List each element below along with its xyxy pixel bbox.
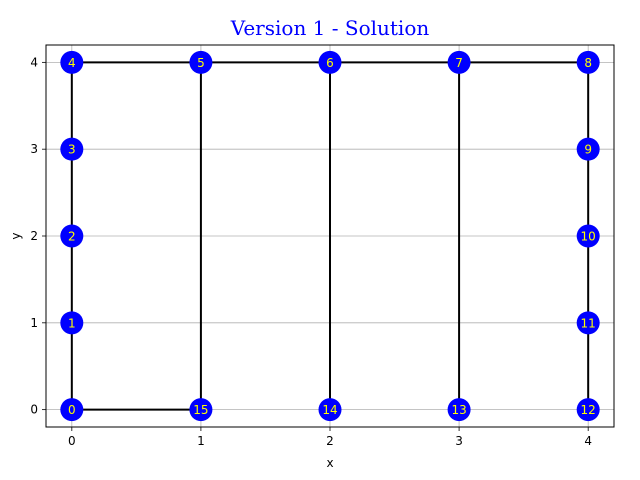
graph-node: 0 [60, 398, 84, 422]
node-label: 9 [584, 143, 592, 157]
x-axis-label: x [326, 456, 333, 470]
node-label: 3 [68, 143, 76, 157]
node-label: 8 [584, 56, 592, 70]
graph-node: 3 [60, 137, 84, 161]
node-label: 1 [68, 316, 76, 330]
x-tick-label: 1 [197, 434, 205, 448]
node-label: 14 [322, 403, 337, 417]
y-tick-label: 4 [30, 55, 38, 69]
chart: 01234 5 6 7 89101112131415 0 1 2 3 401234 Versio… [9, 16, 615, 470]
graph-node: 5 [189, 50, 213, 74]
node-label: 7 [455, 56, 463, 70]
node-label: 0 [68, 403, 76, 417]
node-label: 6 [326, 56, 334, 70]
tick-layer: 0 1 2 3 4 0 1 2 3 4 [30, 55, 592, 448]
graph-node: 9 [576, 137, 600, 161]
y-axis-label: y [9, 232, 23, 239]
node-label: 4 [68, 56, 76, 70]
graph-node: 4 [60, 50, 84, 74]
chart-title: Version 1 - Solution [230, 16, 430, 40]
graph-node: 13 [447, 398, 471, 422]
graph-node: 7 [447, 50, 471, 74]
graph-node: 10 [576, 224, 600, 248]
node-label: 13 [451, 403, 466, 417]
x-tick-label: 2 [326, 434, 334, 448]
node-label: 10 [581, 230, 596, 244]
x-tick-label: 4 [584, 434, 592, 448]
x-tick-label: 3 [455, 434, 463, 448]
graph-node: 15 [189, 398, 213, 422]
graph-node: 11 [576, 311, 600, 335]
y-tick-label: 3 [30, 142, 38, 156]
node-label: 15 [193, 403, 208, 417]
graph-node: 12 [576, 398, 600, 422]
graph-node: 14 [318, 398, 342, 422]
graph-node: 2 [60, 224, 84, 248]
graph-node: 6 [318, 50, 342, 74]
node-label: 5 [197, 56, 205, 70]
x-tick-label: 0 [68, 434, 76, 448]
y-tick-label: 1 [30, 316, 38, 330]
graph-node: 1 [60, 311, 84, 335]
node-label: 11 [581, 316, 596, 330]
node-label: 12 [581, 403, 596, 417]
y-tick-label: 0 [30, 403, 38, 417]
graph-node: 8 [576, 50, 600, 74]
y-tick-label: 2 [30, 229, 38, 243]
node-label: 2 [68, 230, 76, 244]
